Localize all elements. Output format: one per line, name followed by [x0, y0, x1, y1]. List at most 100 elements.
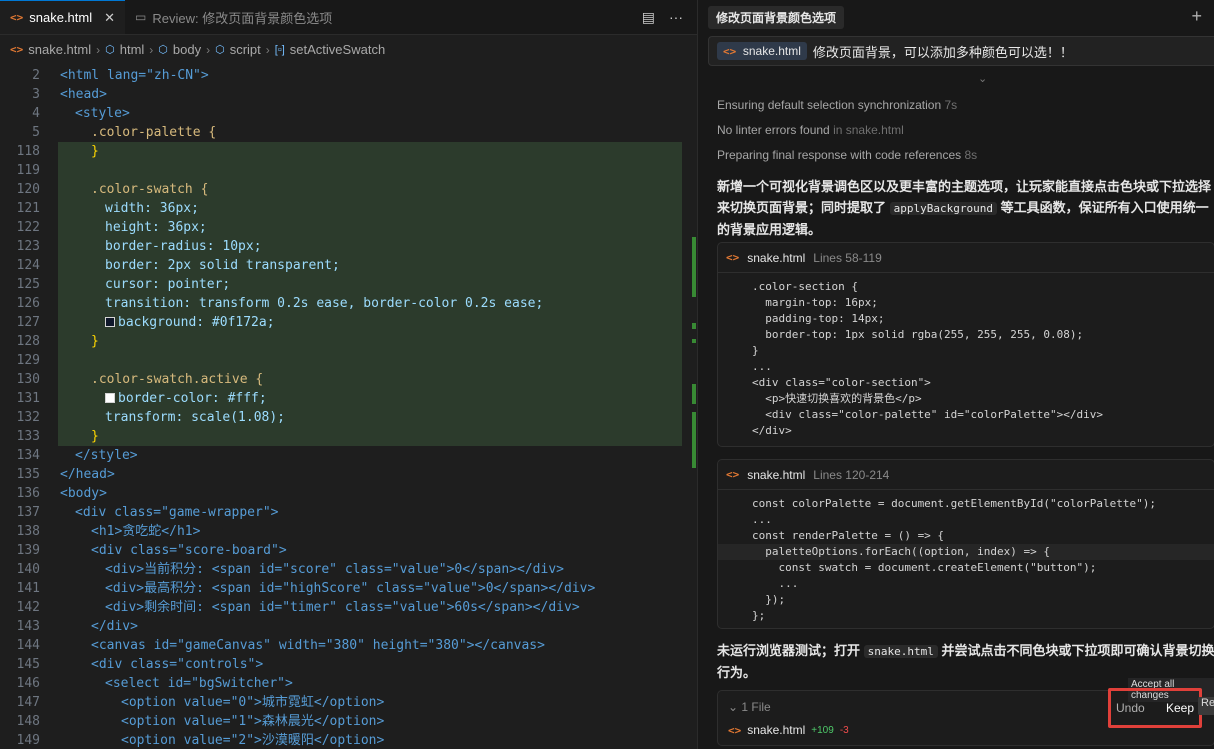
preview-icon: ▭: [135, 10, 147, 24]
code-line: 130 .color-swatch.active {: [16, 372, 264, 387]
code-line: 148 <option value="1">森林晨光</option>: [16, 714, 385, 729]
code-line: 128}: [16, 334, 99, 349]
code-line: 137 <div class="game-wrapper">: [16, 505, 279, 520]
code-line: 124 border: 2px solid transparent;: [16, 258, 340, 273]
breadcrumb-item[interactable]: script: [230, 42, 261, 57]
card-header[interactable]: <> snake.html Lines 120-214: [718, 460, 1214, 490]
chevron-right-icon: ›: [206, 42, 211, 57]
cube-icon: ⬡: [105, 44, 115, 56]
thinking-step: No linter errors found in snake.html: [717, 123, 904, 137]
undo-button[interactable]: Undo: [1116, 701, 1145, 715]
code-reference-card[interactable]: <> snake.html Lines 58-119 .color-sectio…: [717, 242, 1214, 447]
html-file-icon: <>: [726, 468, 740, 481]
color-swatch-preview[interactable]: [105, 393, 115, 403]
code-line: 4 <style>: [32, 106, 130, 121]
code-line: 122 height: 36px;: [16, 220, 207, 235]
chat-panel: 修改页面背景颜色选项 + <> snake.html 修改页面背景，可以添加多种…: [697, 0, 1214, 749]
chevron-right-icon: ›: [96, 42, 101, 57]
editor-actions: ▤ ···: [642, 9, 683, 26]
tab-bar: <> snake.html ✕ ▭ Review: 修改页面背景颜色选项 ▤ ·…: [0, 0, 697, 35]
chat-title[interactable]: 修改页面背景颜色选项: [708, 6, 845, 29]
user-request[interactable]: <> snake.html 修改页面背景，可以添加多种颜色可以选！！: [708, 36, 1214, 66]
card-header[interactable]: <> snake.html Lines 58-119: [718, 243, 1214, 273]
code-line: 143 </div>: [16, 619, 138, 634]
code-line: 125 cursor: pointer;: [16, 277, 231, 292]
chevron-down-icon: ⌄: [728, 700, 742, 714]
code-line: 136 <body>: [16, 486, 107, 501]
file-chip[interactable]: <> snake.html: [717, 42, 807, 60]
html-file-icon: <>: [728, 723, 742, 737]
html-file-icon: <>: [726, 251, 740, 264]
code-line: 123 border-radius: 10px;: [16, 239, 262, 254]
color-swatch-preview[interactable]: [105, 317, 115, 327]
thinking-step: Preparing final response with code refer…: [717, 148, 978, 162]
code-line: 145 <div class="controls">: [16, 657, 264, 672]
tab-label: Review: 修改页面背景颜色选项: [152, 10, 333, 26]
code-reference-card[interactable]: <> snake.html Lines 120-214 const colorP…: [717, 459, 1214, 629]
code-line: 118}: [16, 144, 99, 159]
code-line: 120 .color-swatch {: [16, 182, 209, 197]
tab-review[interactable]: ▭ Review: 修改页面背景颜色选项: [125, 0, 342, 34]
keep-button[interactable]: Keep: [1166, 701, 1194, 715]
inline-code: applyBackground: [889, 202, 997, 215]
tab-snake-html[interactable]: <> snake.html ✕: [0, 0, 126, 34]
html-file-icon: <>: [723, 45, 743, 58]
chat-header: 修改页面背景颜色选项 +: [698, 0, 1214, 35]
code-line: 142 <div>剩余时间: <span id="timer" class="va…: [16, 600, 580, 615]
chevron-right-icon: ›: [149, 42, 154, 57]
code-line: 138 <h1>贪吃蛇</h1>: [16, 524, 201, 539]
code-editor[interactable]: 2 <html lang="zh-CN"> 3 <head> 4 <style> 5.…: [0, 66, 697, 749]
code-line: 3 <head>: [32, 87, 107, 102]
code-line: 139 <div class="score-board">: [16, 543, 287, 558]
breadcrumb-item[interactable]: html: [120, 42, 145, 57]
code-line: 140 <div>当前积分: <span id="score" class="va…: [16, 562, 564, 577]
cube-icon: ⬡: [158, 44, 168, 56]
tab-label: snake.html: [29, 10, 93, 25]
code-line: 144 <canvas id="gameCanvas" width="380" h…: [16, 638, 545, 653]
code-line: 141 <div>最高积分: <span id="highScore" class…: [16, 581, 596, 596]
split-editor-icon[interactable]: ▤: [642, 9, 655, 26]
code-snippet: .color-section { margin-top: 16px; paddi…: [752, 280, 1103, 437]
code-line: 135 </head>: [16, 467, 115, 482]
symbol-icon: [▫]: [274, 43, 285, 56]
response-summary: 新增一个可视化背景调色区以及更丰富的主题选项，让玩家能直接点击色块或下拉选择来切…: [717, 179, 1212, 237]
more-actions-icon[interactable]: ···: [669, 9, 683, 26]
code-line: 121 width: 36px;: [16, 201, 199, 216]
chevron-right-icon: ›: [265, 42, 270, 57]
code-line: 2 <html lang="zh-CN">: [32, 68, 209, 83]
code-line: 129: [16, 353, 40, 368]
code-line: 5 .color-palette {: [32, 125, 217, 140]
breadcrumb-item[interactable]: body: [173, 42, 201, 57]
code-snippet: const colorPalette = document.getElement…: [718, 490, 1214, 624]
code-line: 134 </style>: [16, 448, 138, 463]
editor-pane: <> snake.html ✕ ▭ Review: 修改页面背景颜色选项 ▤ ·…: [0, 0, 697, 749]
close-icon[interactable]: ✕: [104, 10, 115, 26]
code-line: 131 border-color: #fff;: [16, 391, 267, 406]
chevron-down-icon[interactable]: ⌄: [978, 72, 987, 85]
html-file-icon: <>: [10, 43, 24, 56]
code-line: 127 background: #0f172a;: [16, 315, 275, 330]
breadcrumb: <> snake.html › ⬡ html › ⬡ body › ⬡ scri…: [0, 35, 697, 64]
review-button[interactable]: Re: [1198, 697, 1214, 715]
html-file-icon: <>: [10, 11, 24, 24]
code-line: 133}: [16, 429, 99, 444]
inline-code: snake.html: [863, 645, 938, 658]
lines-removed: -3: [839, 724, 849, 736]
code-line: 126 transition: transform 0.2s ease, bord…: [16, 296, 544, 311]
new-chat-icon[interactable]: +: [1191, 6, 1202, 27]
thinking-step: Ensuring default selection synchronizati…: [717, 98, 958, 112]
changed-file-row[interactable]: <> snake.html +109 -3: [728, 723, 849, 737]
code-line: 132 transform: scale(1.08);: [16, 410, 286, 425]
code-line: 147 <option value="0">城市霓虹</option>: [16, 695, 385, 710]
lines-added: +109: [811, 724, 834, 736]
files-count[interactable]: ⌄ 1 File: [728, 700, 771, 714]
highlight-box: Undo Keep: [1108, 688, 1202, 728]
request-text: 修改页面背景，可以添加多种颜色可以选！！: [812, 44, 1073, 60]
code-line: 119: [16, 163, 40, 178]
breadcrumb-item[interactable]: snake.html: [28, 42, 91, 57]
code-line: 146 <select id="bgSwitcher">: [16, 676, 293, 691]
response-note: 未运行浏览器测试；打开 snake.html 并尝试点击不同色块或下拉项即可确认…: [717, 643, 1214, 680]
code-line: 149 <option value="2">沙漠暖阳</option>: [16, 733, 385, 748]
cube-icon: ⬡: [215, 44, 225, 56]
breadcrumb-item[interactable]: setActiveSwatch: [290, 42, 385, 57]
